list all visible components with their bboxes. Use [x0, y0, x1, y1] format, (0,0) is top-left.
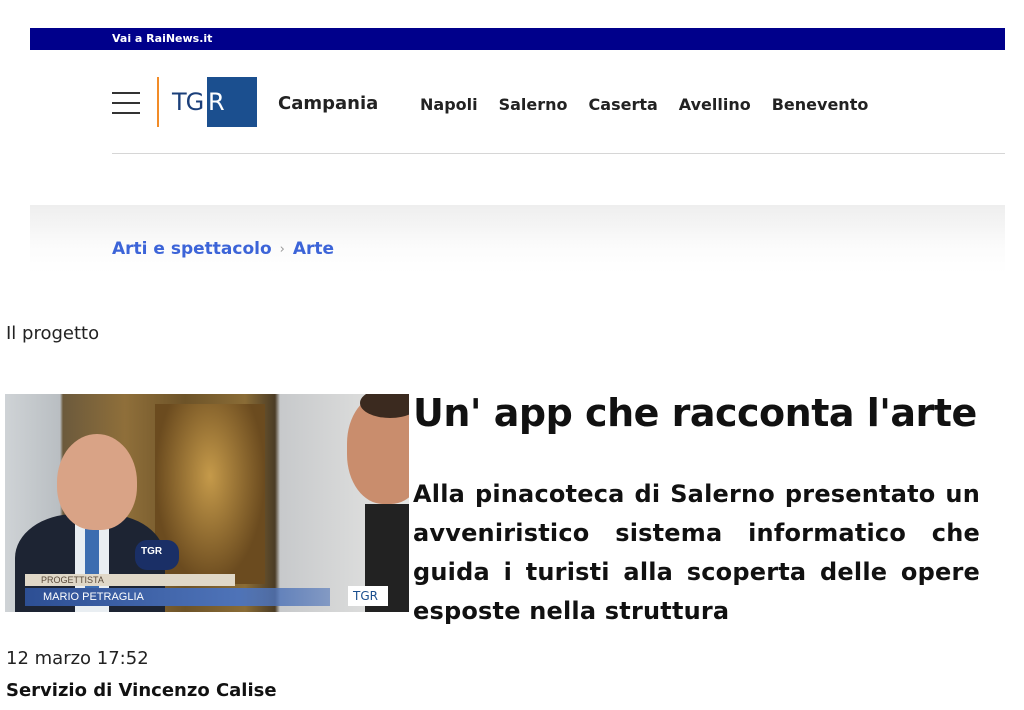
breadcrumb-item-arte[interactable]: Arte [293, 239, 334, 259]
breadcrumb: Arti e spettacolo › Arte [112, 239, 334, 259]
menu-icon[interactable] [112, 92, 140, 114]
site-header: TG R Campania Napoli Salerno Caserta Ave… [30, 50, 1005, 154]
tgr-bug-logo: TGR [348, 586, 388, 606]
rainews-link[interactable]: Vai a RaiNews.it [112, 32, 212, 45]
top-bar: Vai a RaiNews.it [30, 28, 1005, 50]
breadcrumb-separator-icon: › [279, 241, 285, 257]
tgr-logo[interactable]: TG R [169, 77, 257, 127]
lower-third-role-text: PROGETTISTA [41, 575, 104, 585]
nav-item-napoli[interactable]: Napoli [420, 95, 478, 114]
interviewee-head [57, 434, 137, 530]
microphone: TGR [135, 540, 179, 570]
article-title: Un' app che racconta l'arte [413, 391, 977, 435]
lower-third-name: MARIO PETRAGLIA [25, 588, 330, 606]
nav-item-benevento[interactable]: Benevento [772, 95, 869, 114]
province-nav: Napoli Salerno Caserta Avellino Benevent… [420, 95, 889, 114]
logo-divider [157, 77, 159, 127]
logo-r-text: R [208, 88, 225, 116]
video-thumbnail[interactable]: TGR PROGETTISTA MARIO PETRAGLIA TGR [5, 394, 409, 612]
nav-item-salerno[interactable]: Salerno [499, 95, 568, 114]
article-kicker: Il progetto [6, 323, 100, 344]
article-byline: Servizio di Vincenzo Calise [6, 680, 277, 701]
article-subtitle: Alla pinacoteca di Salerno presentato un… [413, 480, 980, 625]
header-divider [112, 153, 1005, 154]
breadcrumb-item-arti-e-spettacolo[interactable]: Arti e spettacolo [112, 239, 272, 259]
nav-item-avellino[interactable]: Avellino [679, 95, 751, 114]
mic-label: TGR [141, 546, 163, 557]
lower-third-name-text: MARIO PETRAGLIA [43, 591, 144, 603]
article-date: 12 marzo 17:52 [6, 648, 149, 669]
logo-tg-text: TG [172, 88, 204, 116]
region-title[interactable]: Campania [278, 93, 378, 114]
breadcrumb-band: Arti e spettacolo › Arte [30, 205, 1005, 273]
tgr-bug-text: TGR [353, 589, 378, 603]
lower-third-role: PROGETTISTA [25, 574, 235, 586]
nav-item-caserta[interactable]: Caserta [589, 95, 658, 114]
